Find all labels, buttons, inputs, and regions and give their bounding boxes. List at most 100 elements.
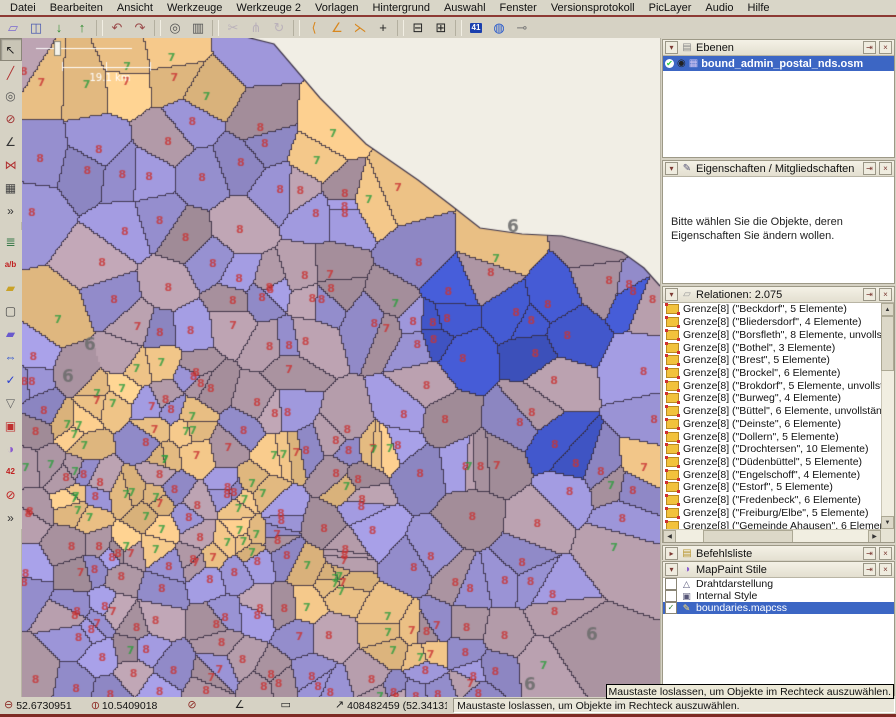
collapse-icon[interactable]: ▾ bbox=[665, 288, 678, 301]
style-row[interactable]: △Drahtdarstellung bbox=[663, 578, 894, 590]
collapse-icon[interactable]: ▸ bbox=[665, 547, 678, 560]
relation-row[interactable]: Grenze[8] ("Büttel", 6 Elemente, unvolls… bbox=[663, 405, 881, 418]
public-transport-icon[interactable]: ⊞ bbox=[430, 17, 452, 38]
conflicts-panel-toggle[interactable]: ▣ bbox=[0, 414, 22, 437]
filter-panel-toggle[interactable]: ▽ bbox=[0, 391, 22, 414]
relation-row[interactable]: Grenze[8] ("Dollern", 5 Elemente) bbox=[663, 430, 881, 443]
scroll-down-icon[interactable]: ▼ bbox=[881, 516, 894, 529]
menu-fenster[interactable]: Fenster bbox=[493, 1, 544, 15]
remote-control-icon[interactable]: ⊸ bbox=[511, 17, 533, 38]
relation-row[interactable]: Grenze[8] ("Brokdorf", 5 Elemente, unvol… bbox=[663, 379, 881, 392]
menu-werkzeuge[interactable]: Werkzeuge bbox=[160, 1, 229, 15]
collapse-icon[interactable]: ▾ bbox=[665, 162, 678, 175]
relation-row[interactable]: Grenze[8] ("Borsfleth", 8 Elemente, unvo… bbox=[663, 328, 881, 341]
relation-row[interactable]: Grenze[8] ("Gemeinde Ahausen", 6 Element… bbox=[663, 519, 881, 529]
style-row[interactable]: ▣Internal Style bbox=[663, 590, 894, 602]
changeset-panel-toggle[interactable]: 42 bbox=[0, 460, 22, 483]
menu-versionsprotokoll[interactable]: Versionsprotokoll bbox=[544, 1, 642, 15]
relation-row[interactable]: Grenze[8] ("Brockel", 6 Elemente) bbox=[663, 367, 881, 380]
upload-data-icon[interactable]: ↑ bbox=[71, 17, 93, 38]
more-tools[interactable]: » bbox=[0, 199, 22, 222]
minmax-panel-toggle[interactable]: ⇔ bbox=[0, 345, 22, 368]
web-globe-icon[interactable]: ◍ bbox=[488, 17, 510, 38]
dock-icon[interactable]: ⇥ bbox=[863, 162, 876, 175]
style-checkbox[interactable] bbox=[665, 578, 677, 590]
relation-row[interactable]: Grenze[8] ("Freiburg/Elbe", 5 Elemente) bbox=[663, 507, 881, 520]
menu-auswahl[interactable]: Auswahl bbox=[437, 1, 493, 15]
split-way-icon[interactable]: ✂ bbox=[222, 17, 244, 38]
measure-angle-tool[interactable]: ∠ bbox=[0, 130, 22, 153]
relation-row[interactable]: Grenze[8] ("Beckdorf", 5 Elemente) bbox=[663, 303, 881, 316]
relation-row[interactable]: Grenze[8] ("Bliedersdorf", 4 Elemente) bbox=[663, 316, 881, 329]
download-panel-toggle[interactable]: ▰ bbox=[0, 322, 22, 345]
improve-way-tool[interactable]: ⋈ bbox=[0, 153, 22, 176]
menu-ansicht[interactable]: Ansicht bbox=[110, 1, 160, 15]
collapse-icon[interactable]: ▾ bbox=[665, 41, 678, 54]
selection-panel-toggle[interactable]: ▢ bbox=[0, 299, 22, 322]
layer-active-icon[interactable]: ✔ bbox=[665, 59, 674, 68]
menu-werkzeuge-2[interactable]: Werkzeuge 2 bbox=[229, 1, 308, 15]
dock-icon[interactable]: ⇥ bbox=[863, 547, 876, 560]
relation-row[interactable]: Grenze[8] ("Drochtersen", 10 Elemente) bbox=[663, 443, 881, 456]
combine-way-icon[interactable]: ⋔ bbox=[245, 17, 267, 38]
dock-icon[interactable]: ⇥ bbox=[863, 288, 876, 301]
relation-row[interactable]: Grenze[8] ("Düdenbüttel", 5 Elemente) bbox=[663, 456, 881, 469]
history-panel-toggle[interactable]: ⊘ bbox=[0, 483, 22, 506]
style-checkbox[interactable]: ✓ bbox=[665, 602, 677, 614]
relation-row[interactable]: Grenze[8] ("Estorf", 5 Elemente) bbox=[663, 481, 881, 494]
dock-icon[interactable]: ⇥ bbox=[863, 41, 876, 54]
car-routing-icon[interactable]: ⊟ bbox=[407, 17, 429, 38]
select-tool[interactable]: ↖ bbox=[0, 38, 22, 61]
save-icon[interactable]: ◫ bbox=[25, 17, 47, 38]
menu-audio[interactable]: Audio bbox=[698, 1, 740, 15]
scroll-up-icon[interactable]: ▲ bbox=[881, 303, 894, 316]
layer-visible-icon[interactable]: ◉ bbox=[677, 59, 686, 69]
close-icon[interactable]: × bbox=[879, 547, 892, 560]
pan-hand-icon[interactable]: + bbox=[372, 17, 394, 38]
open-file-icon[interactable]: ▱ bbox=[2, 17, 24, 38]
style-checkbox[interactable] bbox=[665, 590, 677, 602]
scroll-right-icon[interactable]: ▶ bbox=[868, 530, 881, 542]
vertical-scroll-thumb[interactable] bbox=[881, 316, 894, 371]
relation-row[interactable]: Grenze[8] ("Burweg", 4 Elemente) bbox=[663, 392, 881, 405]
scroll-left-icon[interactable]: ◀ bbox=[663, 530, 676, 542]
menu-bearbeiten[interactable]: Bearbeiten bbox=[43, 1, 110, 15]
layer-row[interactable]: ✔ ◉ ▦ bound_admin_postal_nds.osm bbox=[663, 56, 894, 71]
menu-vorlagen[interactable]: Vorlagen bbox=[308, 1, 365, 15]
angle-measure-icon[interactable]: ∠ bbox=[326, 17, 348, 38]
style-row[interactable]: ✓✎boundaries.mapcss bbox=[663, 602, 894, 614]
validator-panel-toggle[interactable]: ✓ bbox=[0, 368, 22, 391]
menu-piclayer[interactable]: PicLayer bbox=[642, 1, 699, 15]
menu-hintergrund[interactable]: Hintergrund bbox=[365, 1, 436, 15]
menu-datei[interactable]: Datei bbox=[3, 1, 43, 15]
close-icon[interactable]: × bbox=[879, 41, 892, 54]
zoom-tool[interactable]: ◎ bbox=[0, 84, 22, 107]
preferences-icon[interactable]: ▥ bbox=[187, 17, 209, 38]
relation-row[interactable]: Grenze[8] ("Deinste", 6 Elemente) bbox=[663, 417, 881, 430]
dock-icon[interactable]: ⇥ bbox=[863, 563, 876, 576]
map-canvas[interactable] bbox=[22, 38, 660, 697]
angle-snap-icon[interactable]: ⟨ bbox=[303, 17, 325, 38]
undo-icon[interactable]: ↶ bbox=[106, 17, 128, 38]
horizontal-scrollbar[interactable]: ◀ ▶ bbox=[663, 529, 881, 542]
horizontal-scroll-thumb[interactable] bbox=[703, 530, 793, 542]
update-data-icon[interactable]: ↻ bbox=[268, 17, 290, 38]
close-icon[interactable]: × bbox=[879, 563, 892, 576]
redo-icon[interactable]: ↷ bbox=[129, 17, 151, 38]
mappaint-panel-toggle[interactable]: ◑ bbox=[0, 437, 22, 460]
extrude-tool[interactable]: ▦ bbox=[0, 176, 22, 199]
delete-tool[interactable]: ⊘ bbox=[0, 107, 22, 130]
layers-panel-toggle[interactable]: ≣ bbox=[0, 230, 22, 253]
relations-panel-toggle[interactable]: ▰ bbox=[0, 276, 22, 299]
draw-node-tool[interactable]: ╱ bbox=[0, 61, 22, 84]
collapse-icon[interactable]: ▾ bbox=[665, 563, 678, 576]
angle-split-icon[interactable]: ⋋ bbox=[349, 17, 371, 38]
relation-row[interactable]: Grenze[8] ("Fredenbeck", 6 Elemente) bbox=[663, 494, 881, 507]
zoom-to-data-icon[interactable]: ◎ bbox=[164, 17, 186, 38]
relation-row[interactable]: Grenze[8] ("Bothel", 3 Elemente) bbox=[663, 341, 881, 354]
imagery-badge-icon[interactable]: 41 bbox=[465, 17, 487, 38]
map-view[interactable] bbox=[22, 38, 660, 697]
more-panels[interactable]: » bbox=[0, 506, 22, 529]
vertical-scrollbar[interactable]: ▲ ▼ bbox=[881, 303, 894, 529]
download-data-icon[interactable]: ↓ bbox=[48, 17, 70, 38]
